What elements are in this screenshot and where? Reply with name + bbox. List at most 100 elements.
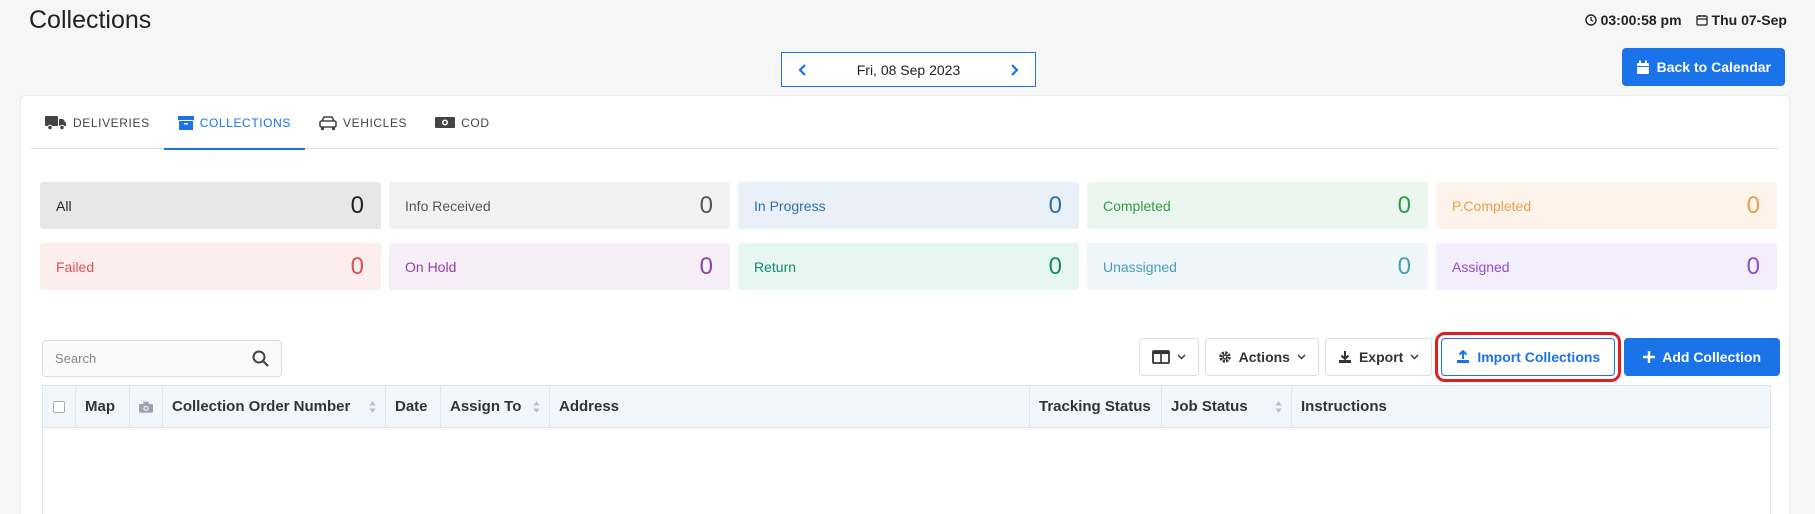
status-tile-on-hold[interactable]: On Hold 0 xyxy=(389,243,730,290)
archive-icon xyxy=(177,116,194,130)
status-tile-label: P.Completed xyxy=(1452,197,1532,214)
column-header-label: Collection Order Number xyxy=(172,398,351,415)
table-toolbar: Actions Export Import Collections Add Co… xyxy=(1138,332,1780,382)
add-collection-button[interactable]: Add Collection xyxy=(1624,338,1780,376)
status-tile-label: Failed xyxy=(56,258,95,275)
status-tile-assigned[interactable]: Assigned 0 xyxy=(1436,243,1777,290)
truck-icon xyxy=(45,116,66,130)
column-header-collection-order-number[interactable]: Collection Order Number xyxy=(163,386,386,427)
status-tile-label: Info Received xyxy=(405,197,491,214)
table-body xyxy=(42,428,1771,514)
sort-icon[interactable] xyxy=(1269,400,1282,414)
status-tile-unassigned[interactable]: Unassigned 0 xyxy=(1087,243,1428,290)
date-navigator: Fri, 08 Sep 2023 xyxy=(781,52,1036,87)
status-tile-in-progress[interactable]: In Progress 0 xyxy=(738,182,1079,229)
column-header-map: Map xyxy=(76,386,130,427)
status-tile-completed[interactable]: Completed 0 xyxy=(1087,182,1428,229)
tab-cod-label: COD xyxy=(461,115,490,130)
tab-deliveries[interactable]: DELIVERIES xyxy=(31,96,164,149)
chevron-down-icon xyxy=(1410,354,1419,360)
column-header-assign-to[interactable]: Assign To xyxy=(441,386,550,427)
status-tile-info-received[interactable]: Info Received 0 xyxy=(389,182,730,229)
status-tile-label: On Hold xyxy=(405,258,457,275)
car-icon xyxy=(319,116,337,130)
status-tile-failed[interactable]: Failed 0 xyxy=(40,243,381,290)
export-label: Export xyxy=(1358,349,1404,365)
status-tile-count: 0 xyxy=(1746,252,1760,280)
tab-collections-label: COLLECTIONS xyxy=(199,115,291,130)
date-display: Thu 07-Sep xyxy=(1695,12,1787,28)
calendar-icon xyxy=(1695,15,1708,26)
download-icon xyxy=(1338,351,1351,363)
column-header-label: Job Status xyxy=(1171,398,1248,415)
upload-icon xyxy=(1457,350,1470,363)
status-tile-count: 0 xyxy=(1397,252,1411,280)
money-icon xyxy=(435,117,456,128)
export-button[interactable]: Export xyxy=(1324,338,1433,376)
import-collections-label: Import Collections xyxy=(1477,349,1601,365)
status-tile-p-completed[interactable]: P.Completed 0 xyxy=(1436,182,1777,229)
column-header-camera-icon xyxy=(130,386,163,427)
column-header-address: Address xyxy=(550,386,1030,427)
status-tile-count: 0 xyxy=(1746,191,1760,219)
column-header-tracking-status: Tracking Status xyxy=(1030,386,1162,427)
tab-collections[interactable]: COLLECTIONS xyxy=(163,96,306,150)
chevron-down-icon xyxy=(1177,354,1186,360)
main-card: DELIVERIES COLLECTIONS VEHICLES COD All 0… xyxy=(21,96,1789,514)
chevron-right-icon xyxy=(1011,63,1020,76)
status-tile-label: All xyxy=(56,197,72,214)
column-header-label: Date xyxy=(395,398,428,415)
column-header-label: Tracking Status xyxy=(1039,398,1151,415)
tab-vehicles[interactable]: VEHICLES xyxy=(305,96,421,149)
status-tile-all[interactable]: All 0 xyxy=(40,182,381,229)
status-tile-label: In Progress xyxy=(754,197,826,214)
calendar-icon xyxy=(1636,60,1649,74)
status-tile-count: 0 xyxy=(350,252,364,280)
prev-date-button[interactable] xyxy=(794,62,810,78)
back-to-calendar-button[interactable]: Back to Calendar xyxy=(1621,48,1785,86)
select-all-cell xyxy=(43,386,76,427)
status-tile-count: 0 xyxy=(1048,191,1062,219)
gear-icon xyxy=(1218,351,1231,363)
tab-cod[interactable]: COD xyxy=(421,96,503,149)
clock-icon xyxy=(1584,14,1597,26)
status-summary: All 0 Info Received 0 In Progress 0 Completed 0… xyxy=(40,182,1777,290)
column-header-instructions: Instructions xyxy=(1292,386,1770,427)
time-display: 03:00:58 pm xyxy=(1584,12,1682,28)
status-tile-label: Assigned xyxy=(1452,258,1510,275)
tab-vehicles-label: VEHICLES xyxy=(343,115,408,130)
column-header-job-status[interactable]: Job Status xyxy=(1162,386,1292,427)
status-tile-count: 0 xyxy=(699,252,713,280)
search-input[interactable] xyxy=(55,351,225,366)
select-all-checkbox[interactable] xyxy=(53,400,65,413)
column-visibility-button[interactable] xyxy=(1138,338,1199,376)
columns-icon xyxy=(1151,350,1170,364)
selected-date: Fri, 08 Sep 2023 xyxy=(856,61,961,78)
tab-bar: DELIVERIES COLLECTIONS VEHICLES COD xyxy=(31,96,1779,150)
column-header-date: Date xyxy=(386,386,441,427)
import-collections-button[interactable]: Import Collections xyxy=(1435,332,1622,382)
column-header-label: Address xyxy=(559,398,620,415)
date-text: Thu 07-Sep xyxy=(1711,12,1787,28)
actions-button[interactable]: Actions xyxy=(1204,338,1319,376)
camera-icon xyxy=(139,401,153,413)
chevron-down-icon xyxy=(1297,354,1306,360)
clock: 03:00:58 pm Thu 07-Sep xyxy=(1584,12,1787,28)
table-header: Map Collection Order Number Date Assign To A… xyxy=(42,385,1771,428)
status-tile-return[interactable]: Return 0 xyxy=(738,243,1079,290)
column-header-label: Assign To xyxy=(450,398,522,415)
status-tile-label: Return xyxy=(754,258,797,275)
tab-deliveries-label: DELIVERIES xyxy=(73,115,150,130)
sort-icon[interactable] xyxy=(527,400,540,414)
time-text: 03:00:58 pm xyxy=(1600,12,1682,28)
sort-icon[interactable] xyxy=(363,400,376,414)
column-header-label: Instructions xyxy=(1301,398,1387,415)
page-title: Collections xyxy=(29,6,152,34)
plus-icon xyxy=(1643,351,1656,363)
next-date-button[interactable] xyxy=(1007,62,1023,78)
status-tile-count: 0 xyxy=(1048,252,1062,280)
search-icon[interactable] xyxy=(252,350,269,367)
back-to-calendar-label: Back to Calendar xyxy=(1656,59,1771,75)
status-tile-count: 0 xyxy=(350,191,364,219)
column-header-label: Map xyxy=(85,398,115,415)
